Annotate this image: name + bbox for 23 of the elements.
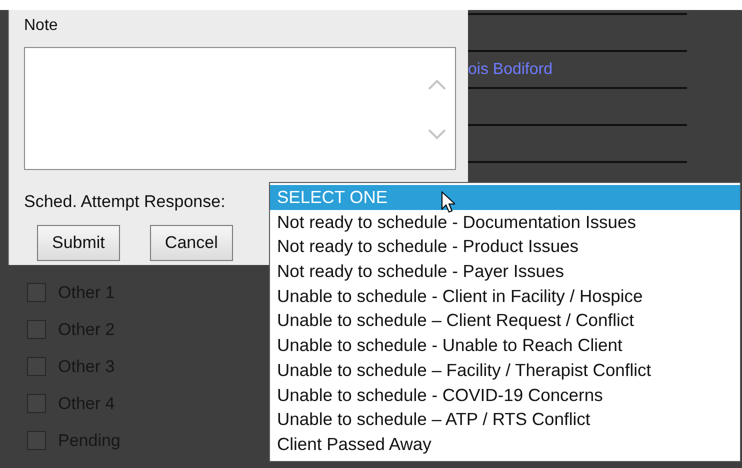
checkbox[interactable] — [27, 394, 46, 413]
dialog-button[interactable]: Submit — [37, 225, 120, 261]
dropdown-option[interactable]: Unable to schedule – ATP / RTS Conflict — [270, 407, 740, 432]
dropdown-option[interactable]: Unable to schedule - Client in Facility / Hospice — [270, 284, 740, 308]
dropdown-option[interactable]: Not ready to schedule - Payer Issues — [270, 259, 740, 284]
dropdown-option[interactable]: Unable to schedule - COVID-19 Concerns — [270, 382, 740, 408]
dropdown-option[interactable]: Not ready to schedule - Product Issues — [270, 234, 740, 260]
checkbox[interactable] — [27, 283, 46, 302]
note-field[interactable] — [24, 47, 456, 170]
dropdown-option[interactable]: Unable to schedule – Facility / Therapist Conflict — [270, 358, 740, 382]
checkbox[interactable] — [27, 320, 46, 339]
scroll-down-icon[interactable] — [427, 128, 447, 140]
dropdown-option[interactable]: Unable to schedule - Unable to Reach Client — [270, 333, 740, 358]
dialog-button[interactable]: Cancel — [150, 225, 233, 261]
dropdown-option[interactable]: Unable to schedule – Client Request / Conflict — [270, 308, 740, 334]
cursor-icon — [441, 191, 455, 213]
dropdown-option[interactable]: Not ready to schedule - Documentation Issues — [270, 210, 740, 234]
checkbox[interactable] — [27, 431, 46, 450]
note-label: Note — [24, 17, 58, 35]
checkbox[interactable] — [27, 357, 46, 376]
scroll-up-icon[interactable] — [427, 79, 447, 91]
response-label: Sched. Attempt Response: — [24, 192, 226, 212]
dropdown-option[interactable]: Client Passed Away — [270, 432, 740, 457]
